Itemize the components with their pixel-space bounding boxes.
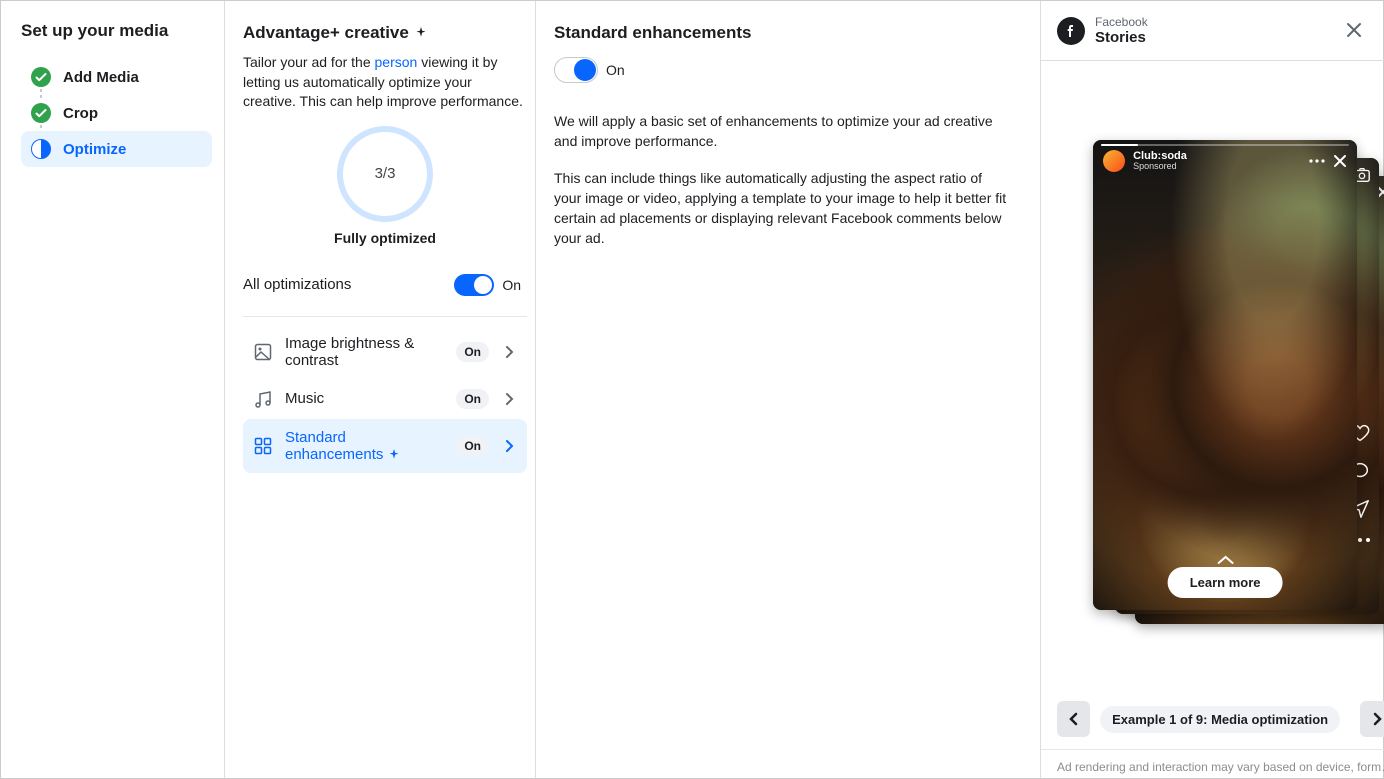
step-label: Add Media	[63, 69, 139, 86]
pager-prev-button[interactable]	[1057, 701, 1090, 737]
toggle-state-label: On	[502, 277, 521, 293]
pager-next-button[interactable]	[1360, 701, 1384, 737]
optimization-ring: 3/3 Fully optimized	[243, 126, 527, 246]
panel-lead: Tailor your ad for the person viewing it…	[243, 53, 527, 112]
detail-title: Standard enhancements	[554, 23, 1012, 43]
toggle-state-label: On	[606, 62, 625, 78]
all-optimizations-toggle[interactable]	[454, 274, 494, 296]
preview-card-front: Club:soda Sponsored Learn more	[1093, 140, 1357, 610]
optimization-detail-pane: Standard enhancements On We will apply a…	[535, 1, 1040, 778]
optimization-list: Image brightness & contrast On Music On …	[243, 325, 527, 473]
detail-paragraph: This can include things like automatical…	[554, 168, 1012, 249]
preview-platform: Facebook	[1095, 15, 1148, 29]
step-add-media[interactable]: Add Media	[21, 59, 212, 95]
preview-pane: Facebook Stories	[1040, 1, 1384, 778]
music-icon	[253, 389, 273, 409]
close-icon[interactable]	[1333, 154, 1347, 168]
step-label: Crop	[63, 105, 98, 122]
person-link[interactable]: person	[375, 54, 418, 70]
opt-music[interactable]: Music On	[243, 379, 527, 419]
story-cta: Learn more	[1168, 555, 1283, 598]
chevron-right-icon	[1370, 712, 1384, 726]
sidebar-title: Set up your media	[21, 21, 212, 41]
opt-standard-enhancements[interactable]: Standard enhancements On	[243, 419, 527, 473]
opt-state-pill: On	[456, 389, 489, 409]
preview-card-stack: Club:soda Sponsored Learn more	[1093, 140, 1357, 610]
chevron-right-icon	[501, 391, 517, 407]
sparkle-icon	[415, 27, 427, 39]
opt-state-pill: On	[456, 436, 489, 456]
sponsored-label: Sponsored	[1133, 162, 1187, 172]
advantage-panel: Advantage+ creative Tailor your ad for t…	[225, 1, 1040, 778]
sparkle-icon	[388, 449, 400, 461]
story-header: Club:soda Sponsored	[1103, 150, 1347, 172]
chevron-up-icon	[1216, 555, 1234, 565]
panel-title: Advantage+ creative	[243, 23, 409, 43]
opt-label: Standard enhancements	[285, 429, 444, 463]
advertiser-avatar	[1103, 150, 1125, 172]
step-list: Add Media Crop Optimize	[21, 59, 212, 167]
preview-body: Club:soda Sponsored Learn more	[1041, 61, 1384, 689]
all-optimizations-label: All optimizations	[243, 276, 351, 293]
detail-paragraph: We will apply a basic set of enhancement…	[554, 111, 1012, 152]
grid-icon	[253, 436, 273, 456]
learn-more-button[interactable]: Learn more	[1168, 567, 1283, 598]
setup-sidebar: Set up your media Add Media Crop Optimiz…	[1, 1, 225, 778]
half-circle-icon	[31, 139, 51, 159]
chevron-left-icon	[1067, 712, 1081, 726]
optimizations-list-pane: Advantage+ creative Tailor your ad for t…	[225, 1, 535, 778]
step-label: Optimize	[63, 141, 126, 158]
step-crop[interactable]: Crop	[21, 95, 212, 131]
check-circle-icon	[31, 103, 51, 123]
pager-label: Example 1 of 9: Media optimization	[1100, 706, 1340, 733]
more-icon[interactable]	[1309, 159, 1325, 163]
story-progress-bar	[1101, 144, 1349, 146]
image-icon	[253, 342, 273, 362]
opt-brightness-contrast[interactable]: Image brightness & contrast On	[243, 325, 527, 379]
facebook-icon	[1057, 17, 1085, 45]
check-circle-icon	[31, 67, 51, 87]
ring-count: 3/3	[375, 165, 396, 182]
opt-label: Music	[285, 390, 444, 407]
step-optimize[interactable]: Optimize	[21, 131, 212, 167]
opt-state-pill: On	[456, 342, 489, 362]
all-optimizations-row: All optimizations On	[243, 256, 527, 317]
preview-pager: Example 1 of 9: Media optimization	[1041, 689, 1384, 749]
preview-disclaimer: Ad rendering and interaction may vary ba…	[1041, 749, 1384, 778]
chevron-right-icon	[501, 438, 517, 454]
ring-label: Fully optimized	[334, 230, 436, 246]
chevron-right-icon	[501, 344, 517, 360]
detail-toggle[interactable]	[554, 57, 598, 83]
preview-header: Facebook Stories	[1041, 1, 1384, 61]
preview-surface: Stories	[1095, 29, 1148, 46]
opt-label: Image brightness & contrast	[285, 335, 444, 369]
